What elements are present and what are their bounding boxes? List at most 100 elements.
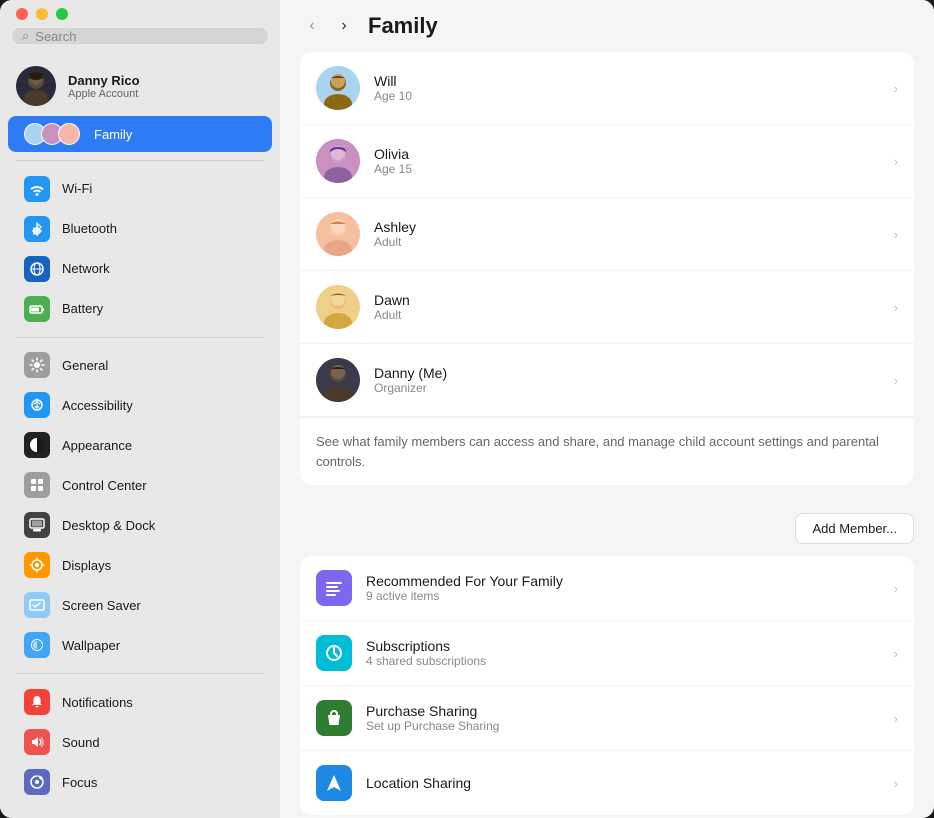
member-row-dawn[interactable]: Dawn Adult › [300, 271, 914, 344]
feature-row-subscriptions[interactable]: Subscriptions 4 shared subscriptions › [300, 621, 914, 686]
general-icon [24, 352, 50, 378]
sidebar-item-battery[interactable]: Battery [8, 289, 272, 329]
main-window: ⌕ Search Danny Rico Apple Account [0, 0, 934, 818]
sidebar-item-appearance[interactable]: Appearance [8, 425, 272, 465]
member-row-danny[interactable]: Danny (Me) Organizer › [300, 344, 914, 417]
displays-icon [24, 552, 50, 578]
user-name: Danny Rico [68, 73, 140, 88]
sidebar-item-general[interactable]: General [8, 345, 272, 385]
wallpaper-icon [24, 632, 50, 658]
sidebar-item-label-notifications: Notifications [62, 695, 133, 710]
sidebar-item-desktop-dock[interactable]: Desktop & Dock [8, 505, 272, 545]
family-avatars [24, 123, 80, 145]
feature-info-subscriptions: Subscriptions 4 shared subscriptions [366, 638, 880, 668]
chevron-icon-will: › [894, 81, 898, 96]
sidebar-item-label-accessibility: Accessibility [62, 398, 133, 413]
avatar [16, 66, 56, 106]
titlebar [0, 0, 280, 28]
user-info: Danny Rico Apple Account [68, 73, 140, 100]
sidebar-item-network[interactable]: Network [8, 249, 272, 289]
member-info-ashley: Ashley Adult [374, 219, 880, 249]
member-info-will: Will Age 10 [374, 73, 880, 103]
forward-button[interactable]: › [332, 14, 356, 38]
family-description: See what family members can access and s… [300, 417, 914, 485]
sidebar-item-control-center[interactable]: Control Center [8, 465, 272, 505]
main-header: ‹ › Family [280, 0, 934, 52]
member-avatar-olivia [316, 139, 360, 183]
member-role-olivia: Age 15 [374, 162, 880, 176]
close-button[interactable] [16, 8, 28, 20]
chevron-icon-olivia: › [894, 154, 898, 169]
sidebar-item-label-screen-saver: Screen Saver [62, 598, 141, 613]
page-title: Family [368, 13, 438, 39]
sidebar-item-label-focus: Focus [62, 775, 97, 790]
sidebar-item-focus[interactable]: Focus [8, 762, 272, 802]
wifi-icon [24, 176, 50, 202]
add-member-button[interactable]: Add Member... [795, 513, 914, 544]
user-account-item[interactable]: Danny Rico Apple Account [0, 56, 280, 116]
battery-icon [24, 296, 50, 322]
member-role-ashley: Adult [374, 235, 880, 249]
sidebar-item-label-wifi: Wi-Fi [62, 181, 92, 196]
appearance-icon [24, 432, 50, 458]
divider-1 [16, 160, 264, 161]
member-name-ashley: Ashley [374, 219, 880, 235]
member-avatar-ashley [316, 212, 360, 256]
members-card: Will Age 10 › [300, 52, 914, 485]
sidebar-item-wallpaper[interactable]: Wallpaper [8, 625, 272, 665]
search-bar[interactable]: ⌕ Search [12, 28, 268, 44]
features-card: Recommended For Your Family 9 active ite… [300, 556, 914, 815]
sidebar-item-family[interactable]: Family [8, 116, 272, 152]
search-label: Search [35, 29, 76, 44]
sidebar-item-displays[interactable]: Displays [8, 545, 272, 585]
purchase-sharing-icon [316, 700, 352, 736]
family-avatar-3 [58, 123, 80, 145]
main-content: ‹ › Family [280, 0, 934, 818]
feature-row-recommended[interactable]: Recommended For Your Family 9 active ite… [300, 556, 914, 621]
member-name-will: Will [374, 73, 880, 89]
feature-info-location-sharing: Location Sharing [366, 775, 880, 791]
sidebar-item-label-network: Network [62, 261, 110, 276]
member-row-ashley[interactable]: Ashley Adult › [300, 198, 914, 271]
member-name-danny: Danny (Me) [374, 365, 880, 381]
minimize-button[interactable] [36, 8, 48, 20]
chevron-icon-recommended: › [894, 581, 898, 596]
add-member-container: Add Member... [300, 501, 914, 556]
sidebar-item-sound[interactable]: Sound [8, 722, 272, 762]
feature-name-subscriptions: Subscriptions [366, 638, 880, 654]
chevron-icon-location-sharing: › [894, 776, 898, 791]
member-row-olivia[interactable]: Olivia Age 15 › [300, 125, 914, 198]
desktop-dock-icon [24, 512, 50, 538]
sidebar-item-accessibility[interactable]: Accessibility [8, 385, 272, 425]
feature-row-purchase-sharing[interactable]: Purchase Sharing Set up Purchase Sharing… [300, 686, 914, 751]
accessibility-icon [24, 392, 50, 418]
chevron-icon-dawn: › [894, 300, 898, 315]
recommended-icon [316, 570, 352, 606]
back-button[interactable]: ‹ [300, 14, 324, 38]
chevron-icon-purchase-sharing: › [894, 711, 898, 726]
control-center-icon [24, 472, 50, 498]
focus-icon [24, 769, 50, 795]
member-info-olivia: Olivia Age 15 [374, 146, 880, 176]
member-info-danny: Danny (Me) Organizer [374, 365, 880, 395]
sidebar-item-label-control-center: Control Center [62, 478, 147, 493]
sidebar-item-label-battery: Battery [62, 301, 103, 316]
sidebar-item-label-displays: Displays [62, 558, 111, 573]
feature-name-purchase-sharing: Purchase Sharing [366, 703, 880, 719]
sidebar-item-wifi[interactable]: Wi-Fi [8, 169, 272, 209]
divider-3 [16, 673, 264, 674]
member-avatar-danny [316, 358, 360, 402]
sidebar-item-screen-saver[interactable]: Screen Saver [8, 585, 272, 625]
divider-2 [16, 337, 264, 338]
sidebar-item-notifications[interactable]: Notifications [8, 682, 272, 722]
member-name-dawn: Dawn [374, 292, 880, 308]
member-avatar-dawn [316, 285, 360, 329]
member-role-will: Age 10 [374, 89, 880, 103]
feature-row-location-sharing[interactable]: Location Sharing › [300, 751, 914, 815]
member-row-will[interactable]: Will Age 10 › [300, 52, 914, 125]
sidebar-item-bluetooth[interactable]: Bluetooth [8, 209, 272, 249]
member-role-danny: Organizer [374, 381, 880, 395]
sidebar-item-label-wallpaper: Wallpaper [62, 638, 120, 653]
maximize-button[interactable] [56, 8, 68, 20]
feature-name-location-sharing: Location Sharing [366, 775, 880, 791]
